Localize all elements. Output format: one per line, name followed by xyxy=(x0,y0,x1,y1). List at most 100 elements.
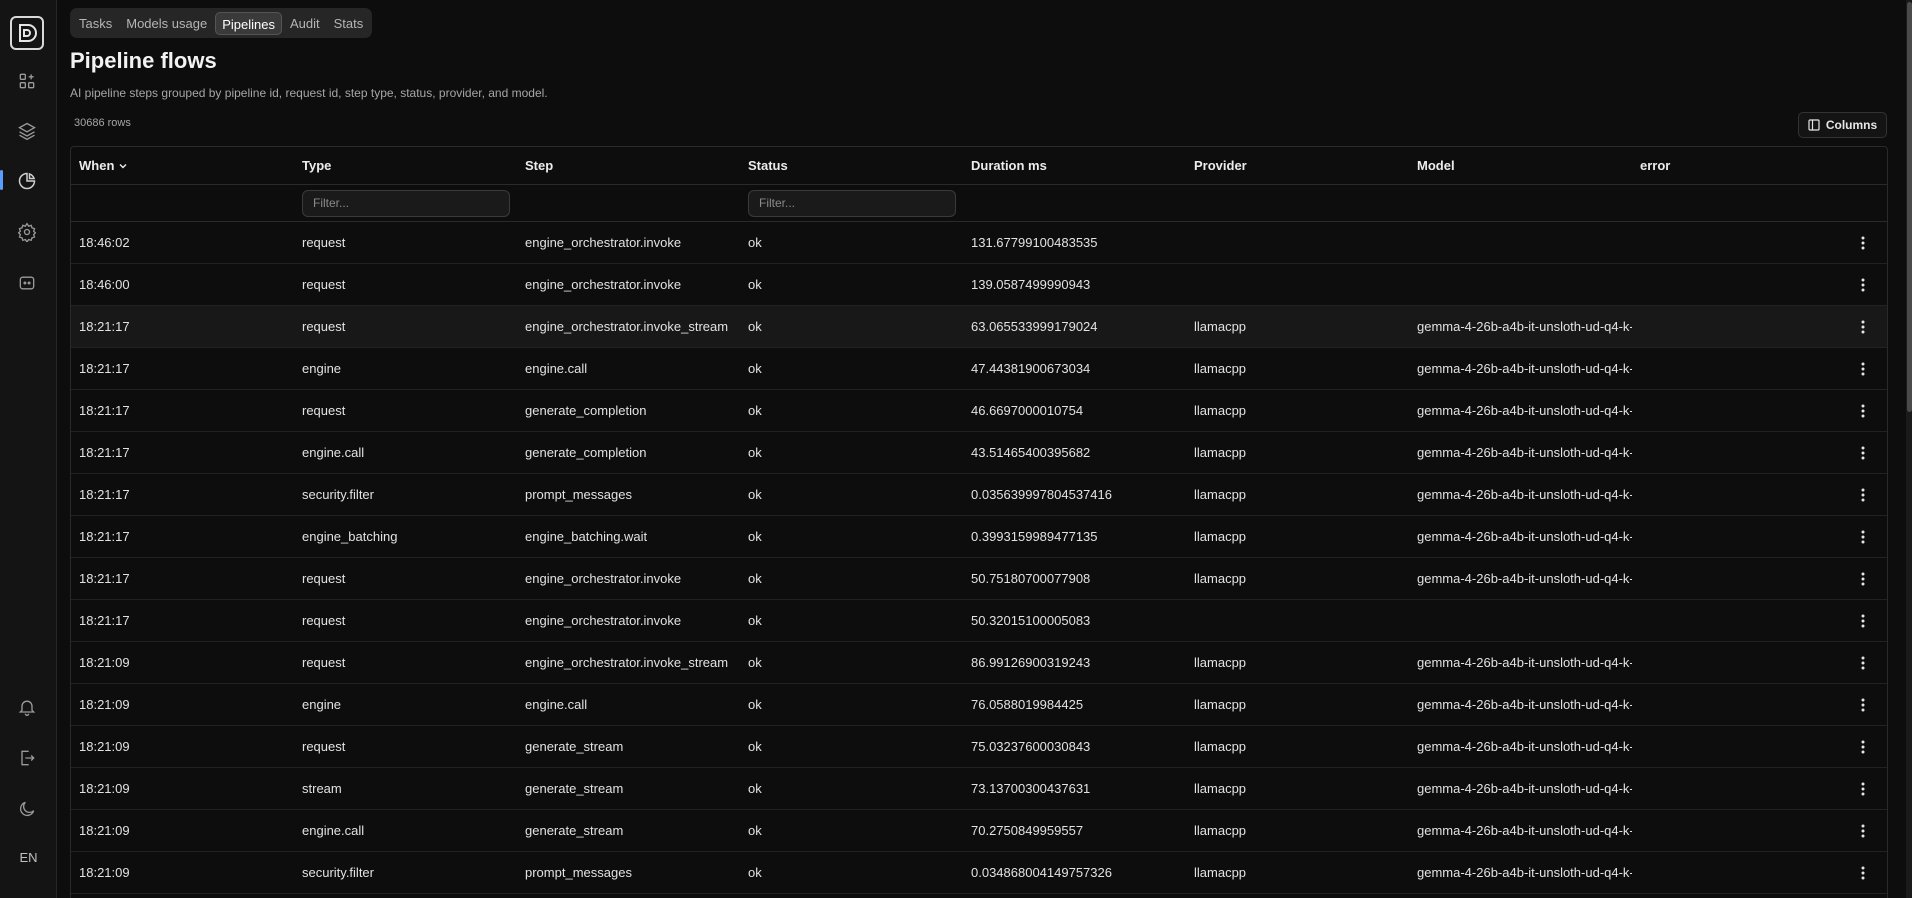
cell-model: gemma-4-26b-a4b-it-unsloth-ud-q4-k-m xyxy=(1417,487,1632,502)
row-menu-icon[interactable] xyxy=(1855,863,1871,883)
cell-model: gemma-4-26b-a4b-it-unsloth-ud-q4-k-m xyxy=(1417,319,1632,334)
row-menu-icon[interactable] xyxy=(1855,401,1871,421)
cell-step: generate_stream xyxy=(525,739,624,754)
table-row[interactable]: 18:21:09 request engine_orchestrator.invok… xyxy=(71,642,1887,684)
column-header-status[interactable]: Status xyxy=(740,158,963,173)
layers-icon[interactable] xyxy=(15,119,39,143)
logout-icon[interactable] xyxy=(15,746,39,770)
cell-type: security.filter xyxy=(302,865,374,880)
column-header-type[interactable]: Type xyxy=(294,158,517,173)
cell-model: gemma-4-26b-a4b-it-unsloth-ud-q4-k-m xyxy=(1417,571,1632,586)
bell-icon[interactable] xyxy=(15,695,39,719)
cell-duration: 70.2750849959557 xyxy=(971,823,1084,838)
cell-step: engine_orchestrator.invoke_stream xyxy=(525,655,729,670)
row-menu-icon[interactable] xyxy=(1855,275,1871,295)
table-row[interactable]: 18:21:17 request generate_completion ok 46.6… xyxy=(71,390,1887,432)
column-header-error[interactable]: error xyxy=(1632,158,1832,173)
sort-desc-icon xyxy=(119,163,127,168)
cell-step: generate_completion xyxy=(525,445,647,460)
cell-step: generate_stream xyxy=(525,781,624,796)
tab-tasks[interactable]: Tasks xyxy=(73,12,118,35)
cell-step: prompt_messages xyxy=(525,865,632,880)
table-row[interactable]: 18:21:09 request generate_stream ok 75.03237… xyxy=(71,726,1887,768)
row-menu-icon[interactable] xyxy=(1855,359,1871,379)
table-row[interactable]: 18:46:00 request engine_orchestrator.invok… xyxy=(71,264,1887,306)
cell-status: ok xyxy=(748,235,762,250)
tab-pipelines[interactable]: Pipelines xyxy=(215,11,282,35)
pie-chart-icon[interactable] xyxy=(15,169,39,193)
row-menu-icon[interactable] xyxy=(1855,569,1871,589)
columns-button-label: Columns xyxy=(1825,118,1878,132)
column-header-provider[interactable]: Provider xyxy=(1186,158,1409,173)
app-root: EN Tasks Models usage Pipelines Audit St… xyxy=(0,0,1912,898)
row-menu-icon[interactable] xyxy=(1855,317,1871,337)
cell-status: ok xyxy=(748,487,762,502)
table-header-row: When Type Step Status Duration ms Provid… xyxy=(71,147,1887,185)
type-filter-input[interactable] xyxy=(302,189,510,217)
scrollbar-thumb[interactable] xyxy=(1907,2,1912,412)
cell-status: ok xyxy=(748,445,762,460)
table-row[interactable]: 18:21:17 engine.call generate_completion ok… xyxy=(71,432,1887,474)
bot-icon[interactable] xyxy=(15,271,39,295)
cell-duration: 75.03237600030843 xyxy=(971,739,1091,754)
row-menu-icon[interactable] xyxy=(1855,779,1871,799)
row-menu-icon[interactable] xyxy=(1855,443,1871,463)
cell-type: engine.call xyxy=(302,445,365,460)
settings-icon[interactable] xyxy=(15,220,39,244)
column-header-model[interactable]: Model xyxy=(1409,158,1632,173)
cell-status: ok xyxy=(748,697,762,712)
table-row[interactable]: 18:21:09 stream generate_stream ok 73.137003… xyxy=(71,768,1887,810)
filter-row xyxy=(71,185,1887,222)
filter-cell-status xyxy=(740,189,963,217)
row-menu-icon[interactable] xyxy=(1855,485,1871,505)
theme-icon[interactable] xyxy=(15,797,39,821)
table-row[interactable]: 18:21:17 engine engine.call ok 47.4438190067… xyxy=(71,348,1887,390)
table-row[interactable]: 18:21:09 engine engine.call ok 76.0588019984… xyxy=(71,684,1887,726)
row-menu-icon[interactable] xyxy=(1855,821,1871,841)
cell-when: 18:21:17 xyxy=(79,529,130,544)
cell-duration: 131.67799100483535 xyxy=(971,235,1098,250)
column-header-duration[interactable]: Duration ms xyxy=(963,158,1186,173)
row-menu-icon[interactable] xyxy=(1855,695,1871,715)
cell-step: engine.call xyxy=(525,361,588,376)
row-menu-icon[interactable] xyxy=(1855,233,1871,253)
logo-icon[interactable] xyxy=(10,16,44,50)
cell-status: ok xyxy=(748,361,762,376)
table-row[interactable]: 18:21:09 engine.call generate_stream ok 70.2… xyxy=(71,810,1887,852)
cell-model: gemma-4-26b-a4b-it-unsloth-ud-q4-k-m xyxy=(1417,445,1632,460)
cell-when: 18:21:17 xyxy=(79,319,130,334)
cell-type: request xyxy=(302,235,346,250)
language-switch[interactable]: EN xyxy=(0,850,57,865)
dashboard-icon[interactable] xyxy=(15,69,39,93)
table-row[interactable]: 18:46:02 request engine_orchestrator.invok… xyxy=(71,222,1887,264)
cell-step: engine_orchestrator.invoke xyxy=(525,235,682,250)
cell-model: gemma-4-26b-a4b-it-unsloth-ud-q4-k-m xyxy=(1417,529,1632,544)
column-header-step[interactable]: Step xyxy=(517,158,740,173)
pipeline-table: When Type Step Status Duration ms Provid… xyxy=(70,146,1888,898)
columns-button[interactable]: Columns xyxy=(1798,112,1887,138)
table-row[interactable]: 18:21:09 security.filter prompt_messages ok… xyxy=(71,852,1887,894)
row-menu-icon[interactable] xyxy=(1855,653,1871,673)
cell-status: ok xyxy=(748,739,762,754)
cell-duration: 46.6697000010754 xyxy=(971,403,1084,418)
table-row[interactable]: 18:21:17 request engine_orchestrator.invok… xyxy=(71,600,1887,642)
table-row[interactable]: 18:21:17 request engine_orchestrator.invok… xyxy=(71,306,1887,348)
cell-type: request xyxy=(302,319,346,334)
cell-provider: llamacpp xyxy=(1194,529,1247,544)
cell-duration: 47.44381900673034 xyxy=(971,361,1091,376)
cell-when: 18:21:09 xyxy=(79,655,130,670)
row-menu-icon[interactable] xyxy=(1855,737,1871,757)
column-header-when[interactable]: When xyxy=(71,158,294,173)
tab-models-usage[interactable]: Models usage xyxy=(120,12,213,35)
table-row[interactable]: 18:21:17 request engine_orchestrator.invok… xyxy=(71,558,1887,600)
cell-status: ok xyxy=(748,529,762,544)
tab-audit[interactable]: Audit xyxy=(284,12,326,35)
cell-duration: 63.065533999179024 xyxy=(971,319,1098,334)
row-menu-icon[interactable] xyxy=(1855,611,1871,631)
cell-model: gemma-4-26b-a4b-it-unsloth-ud-q4-k-m xyxy=(1417,781,1632,796)
row-menu-icon[interactable] xyxy=(1855,527,1871,547)
tab-stats[interactable]: Stats xyxy=(328,12,370,35)
status-filter-input[interactable] xyxy=(748,189,956,217)
table-row[interactable]: 18:21:17 security.filter prompt_messages ok… xyxy=(71,474,1887,516)
table-row[interactable]: 18:21:17 engine_batching engine_batching.w… xyxy=(71,516,1887,558)
